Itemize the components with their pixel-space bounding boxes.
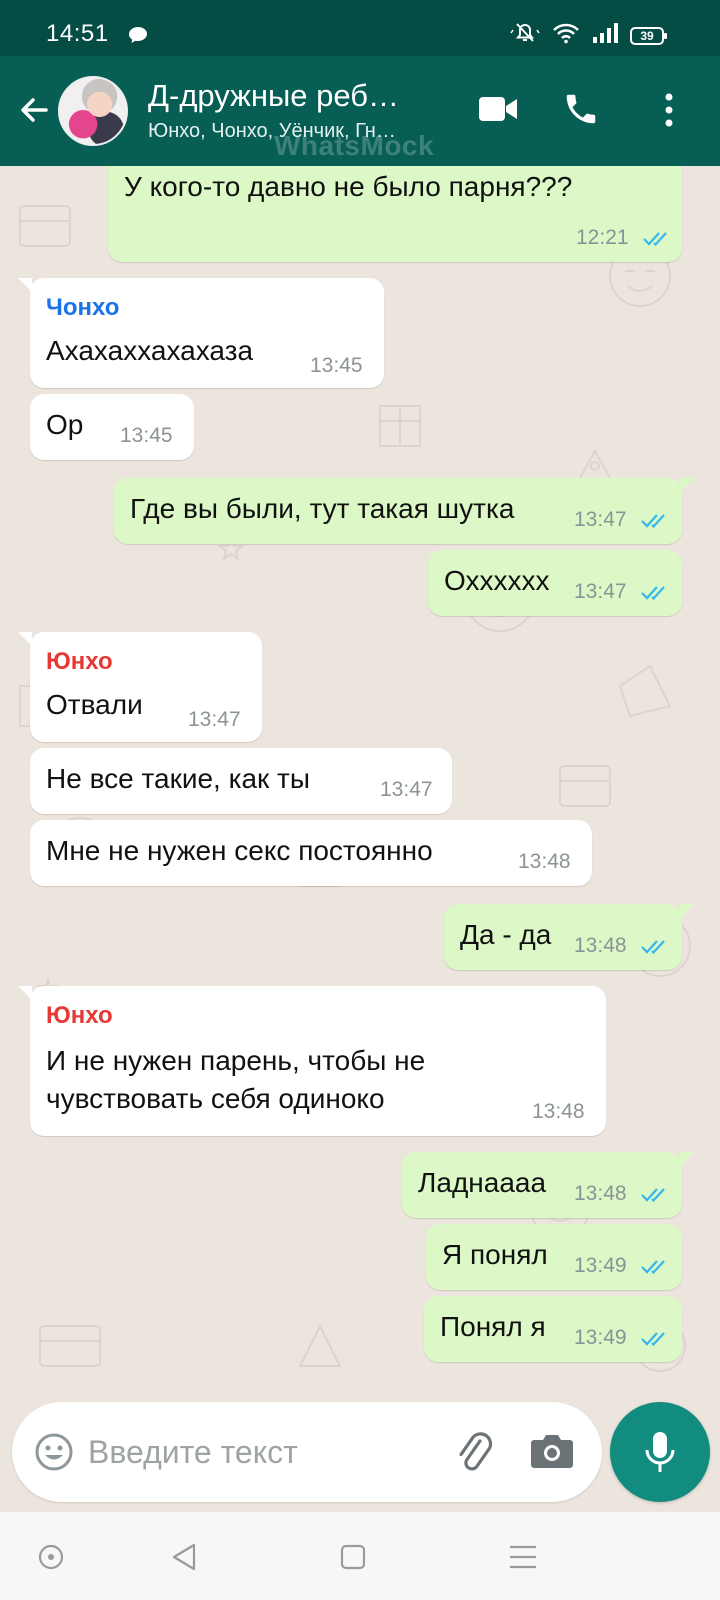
message-text: У кого-то давно не было парня??? — [124, 171, 573, 202]
message-text-line-1: И не нужен парень, чтобы не — [46, 1045, 426, 1076]
mute-icon — [510, 22, 540, 49]
home-icon[interactable] — [38, 1544, 64, 1575]
message-text: Ладнаааа — [418, 1167, 547, 1198]
incoming-message[interactable]: Юнхо И не нужен парень, чтобы не чувство… — [18, 986, 606, 1136]
read-ticks-icon — [641, 1188, 665, 1203]
system-navbar — [0, 1512, 720, 1600]
message-text: Не все такие, как ты — [46, 763, 311, 794]
composer — [12, 1402, 602, 1502]
outgoing-message[interactable]: Где вы были, тут такая шутка 13:47 — [114, 478, 694, 544]
incoming-message[interactable]: Чонхо Ахахаххахахаза 13:45 — [18, 278, 384, 388]
mic-button[interactable] — [610, 1402, 710, 1502]
outgoing-message[interactable]: Ладнаааа 13:48 — [402, 1152, 694, 1218]
back-arrow-icon[interactable] — [14, 90, 54, 130]
incoming-message[interactable]: Ор 13:45 — [30, 394, 194, 460]
outgoing-message[interactable]: Понял я 13:49 — [424, 1296, 682, 1362]
sender-name: Юнхо — [46, 1002, 113, 1029]
wifi-icon — [552, 22, 580, 49]
read-ticks-icon — [641, 1260, 665, 1275]
status-bar: 14:51 39 — [0, 0, 720, 56]
watermark: WhatsMock — [274, 130, 435, 161]
emoji-icon[interactable] — [34, 1432, 74, 1477]
message-time: 12:21 — [576, 226, 629, 249]
sender-name: Юнхо — [46, 648, 113, 675]
attach-icon[interactable] — [452, 1430, 498, 1481]
message-time: 13:48 — [518, 850, 571, 873]
more-vert-icon[interactable] — [664, 92, 674, 133]
message-text: Охххххх — [444, 565, 550, 596]
read-ticks-icon — [641, 514, 665, 529]
recents-icon[interactable] — [340, 1544, 366, 1575]
message-text-line-2: чувствовать себя одиноко — [46, 1083, 385, 1114]
mic-icon — [645, 1432, 675, 1472]
read-ticks-icon — [643, 232, 667, 247]
message-time: 13:49 — [574, 1254, 627, 1277]
message-text: Да - да — [460, 919, 552, 950]
message-time: 13:47 — [380, 778, 433, 801]
sender-name: Чонхо — [46, 294, 120, 321]
incoming-message[interactable]: Юнхо Отвали 13:47 — [18, 632, 262, 742]
signal-icon — [592, 23, 618, 48]
battery-icon: 39 — [630, 26, 667, 45]
status-icons: 39 — [510, 22, 667, 49]
read-ticks-icon — [641, 586, 665, 601]
message-text: Понял я — [440, 1311, 546, 1342]
message-time: 13:45 — [120, 424, 173, 447]
outgoing-message[interactable]: Да - да 13:48 — [444, 904, 694, 970]
group-avatar[interactable] — [58, 76, 128, 146]
message-time: 13:47 — [574, 580, 627, 603]
read-ticks-icon — [641, 940, 665, 955]
message-text: Ахахаххахахаза — [46, 335, 254, 366]
message-time: 13:48 — [574, 1182, 627, 1205]
incoming-message[interactable]: Мне не нужен секс постоянно 13:48 — [30, 820, 592, 886]
phone-icon[interactable] — [562, 90, 600, 133]
message-text: Мне не нужен секс постоянно — [46, 835, 433, 866]
back-icon[interactable] — [170, 1542, 198, 1577]
message-list[interactable]: У кого-то давно не было парня??? 12:21 Ч… — [0, 166, 720, 1402]
outgoing-message[interactable]: Охххххх 13:47 — [428, 550, 682, 616]
status-time: 14:51 — [46, 20, 109, 47]
message-text: Я понял — [442, 1239, 548, 1270]
message-time: 13:49 — [574, 1326, 627, 1349]
outgoing-message[interactable]: Я понял 13:49 — [426, 1224, 682, 1290]
menu-icon[interactable] — [508, 1544, 538, 1575]
message-icon — [128, 26, 148, 49]
incoming-message[interactable]: Не все такие, как ты 13:47 — [30, 748, 452, 814]
outgoing-message[interactable]: У кого-то давно не было парня??? 12:21 — [108, 166, 682, 262]
message-text: Где вы были, тут такая шутка — [130, 493, 515, 524]
message-time: 13:47 — [574, 508, 627, 531]
message-text: Ор — [46, 409, 84, 440]
message-time: 13:48 — [532, 1100, 585, 1123]
message-text: Отвали — [46, 689, 143, 720]
read-ticks-icon — [641, 1332, 665, 1347]
chat-title[interactable]: Д-дружные реб… — [148, 78, 428, 114]
video-call-icon[interactable] — [478, 94, 518, 129]
message-time: 13:48 — [574, 934, 627, 957]
message-input[interactable] — [88, 1428, 358, 1476]
message-time: 13:47 — [188, 708, 241, 731]
message-time: 13:45 — [310, 354, 363, 377]
camera-icon[interactable] — [530, 1432, 574, 1475]
